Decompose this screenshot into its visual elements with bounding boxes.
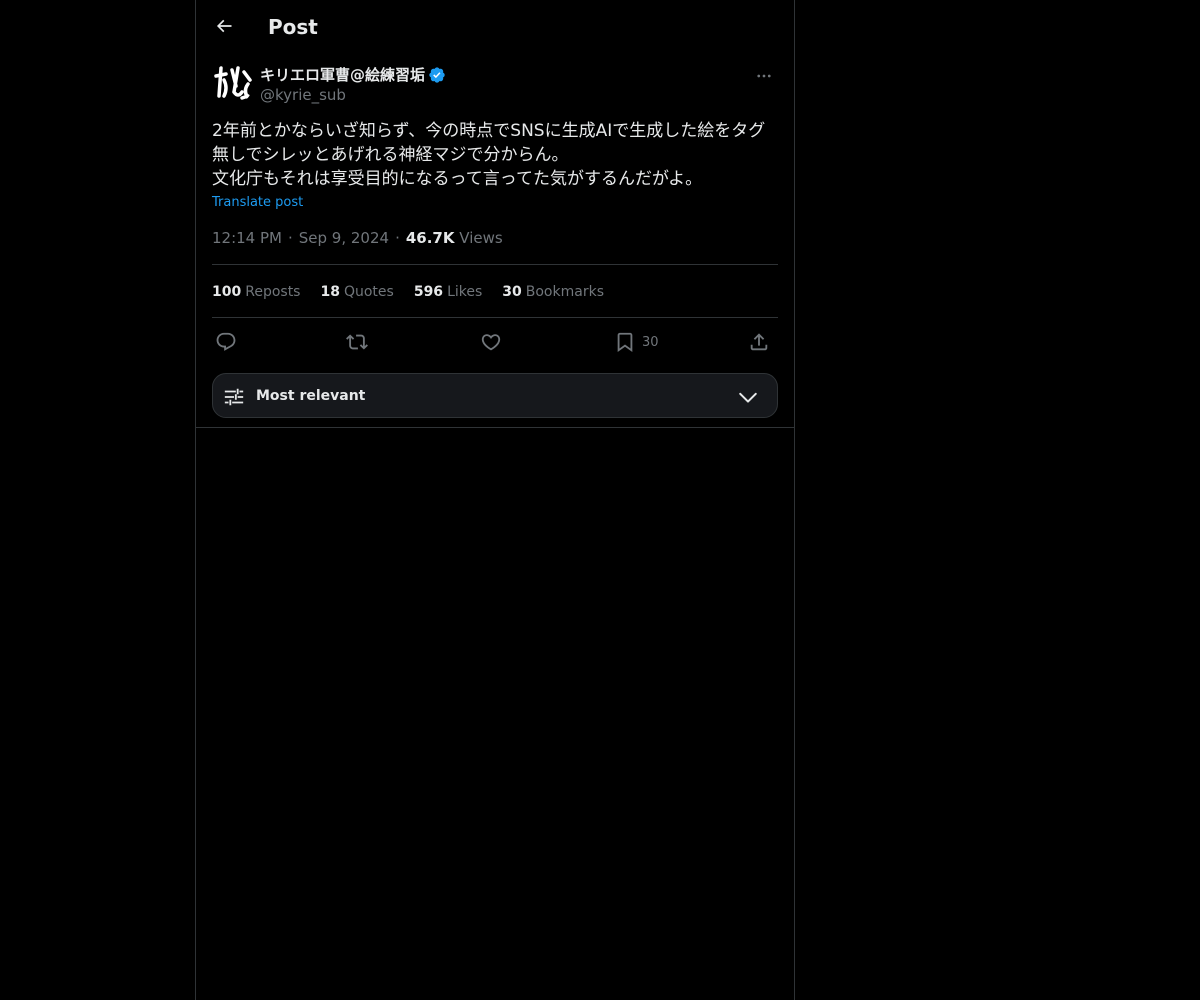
post-date[interactable]: Sep 9, 2024 [299,229,389,247]
share-icon [750,333,768,351]
post-text: 2年前とかならいざ知らず、今の時点でSNSに生成AIで生成した絵をタグ無しでシレ… [212,121,766,189]
post-meta: 12:14 PM · Sep 9, 2024 · 46.7K Views [212,228,503,248]
quotes-count: 18 [320,284,340,300]
likes-label: Likes [447,284,483,300]
quotes-label: Quotes [343,284,394,300]
reposts-stat[interactable]: 100 Reposts [212,282,300,302]
bookmark-button[interactable]: 30 [614,327,659,357]
divider [196,427,794,428]
replies-sort-dropdown[interactable]: Most relevant [212,373,778,418]
more-options-button[interactable] [750,62,778,90]
repost-icon [346,334,368,350]
avatar-calligraphy-image [212,62,254,104]
translate-post-link[interactable]: Translate post [212,194,303,212]
more-horizontal-icon [757,74,771,78]
arrow-left-icon [216,19,232,33]
heart-icon [481,334,501,351]
reposts-label: Reposts [245,284,301,300]
share-button[interactable] [748,327,770,357]
engagement-stats: 100 Reposts 18 Quotes 596 Likes 30 Bookmarks [212,282,604,302]
reposts-count: 100 [212,284,242,300]
reply-button[interactable] [215,327,237,357]
repost-button[interactable] [346,327,368,357]
like-button[interactable] [480,327,502,357]
chevron-down-icon [739,392,757,403]
reply-icon [216,332,236,351]
likes-stat[interactable]: 596 Likes [414,282,482,302]
views-count: 46.7K [405,229,455,247]
author-handle[interactable]: @kyrie_sub [260,85,346,105]
likes-count: 596 [413,284,444,300]
views-label: Views [459,229,503,247]
bookmarks-count: 30 [502,284,522,300]
main-column: Post キリエロ軍曹@絵練習垢 @kyrie_sub 2年前とかならいざ知らず… [195,0,795,1000]
author-display-name[interactable]: キリエロ軍曹@絵練習垢 [260,65,425,85]
top-bar: Post [196,0,794,53]
author-name-row: キリエロ軍曹@絵練習垢 [260,65,446,85]
bookmarks-stat[interactable]: 30 Bookmarks [502,282,604,302]
bookmarks-label: Bookmarks [525,284,604,300]
sort-label: Most relevant [256,388,366,404]
action-bar: 30 [212,327,778,357]
divider [212,317,778,318]
page-title: Post [268,15,318,39]
bookmark-count: 30 [642,334,659,350]
meta-separator: · [287,229,293,247]
post-time[interactable]: 12:14 PM [212,229,282,247]
avatar[interactable] [212,62,254,104]
meta-separator: · [395,229,400,247]
back-button[interactable] [206,8,242,44]
divider [212,264,778,265]
verified-badge-icon [429,67,445,83]
quotes-stat[interactable]: 18 Quotes [320,282,393,302]
sliders-icon [224,388,244,406]
author-row: キリエロ軍曹@絵練習垢 @kyrie_sub [212,62,778,108]
bookmark-icon [617,332,633,353]
